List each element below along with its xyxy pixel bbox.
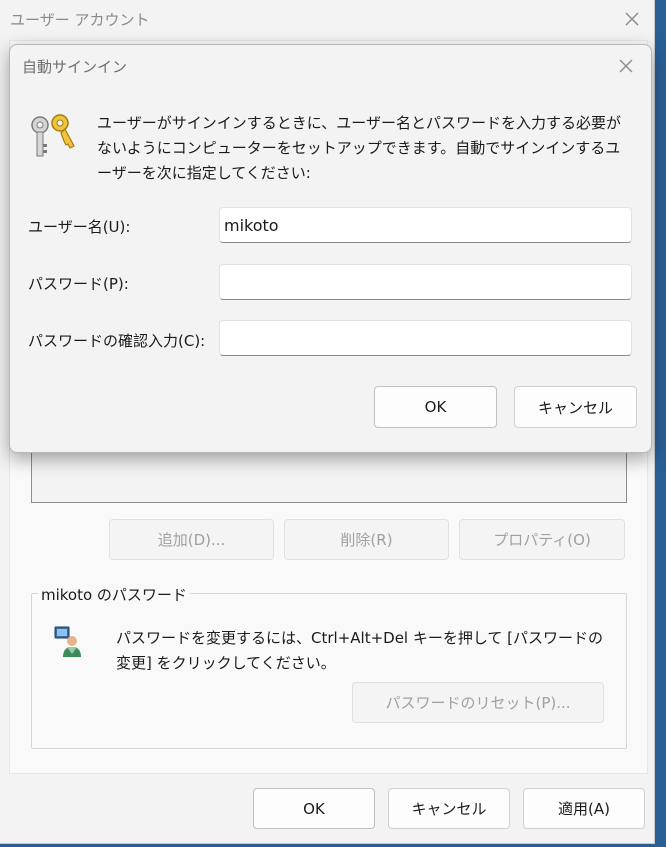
properties-button[interactable]: プロパティ(O) bbox=[459, 519, 625, 560]
confirm-password-label: パスワードの確認入力(C): bbox=[28, 332, 206, 350]
username-input[interactable] bbox=[219, 207, 632, 243]
dialog-description: ユーザーがサインインするときに、ユーザー名とパスワードを入力する必要がないように… bbox=[97, 114, 621, 182]
close-icon[interactable] bbox=[622, 9, 642, 29]
dialog-title: 自動サインイン bbox=[22, 58, 128, 76]
dialog-ok-button[interactable]: OK bbox=[374, 386, 497, 428]
cancel-button[interactable]: キャンセル bbox=[388, 788, 510, 829]
ok-button[interactable]: OK bbox=[253, 788, 375, 829]
password-change-instructions: パスワードを変更するには、Ctrl+Alt+Del キーを押して [パスワードの… bbox=[116, 629, 604, 672]
dialog-cancel-button[interactable]: キャンセル bbox=[514, 386, 637, 428]
username-label: ユーザー名(U): bbox=[28, 218, 131, 236]
add-user-button[interactable]: 追加(D)... bbox=[109, 519, 274, 560]
window-title: ユーザー アカウント bbox=[10, 11, 150, 29]
confirm-password-input[interactable] bbox=[219, 320, 632, 356]
user-monitor-icon bbox=[54, 626, 81, 657]
remove-user-button[interactable]: 削除(R) bbox=[284, 519, 449, 560]
reset-password-button[interactable]: パスワードのリセット(P)... bbox=[352, 682, 604, 723]
password-label: パスワード(P): bbox=[28, 275, 129, 293]
password-input[interactable] bbox=[219, 264, 632, 300]
dialog-close-icon[interactable] bbox=[616, 56, 636, 76]
apply-button[interactable]: 適用(A) bbox=[523, 788, 645, 829]
keys-icon bbox=[31, 114, 75, 157]
password-group-title: mikoto のパスワード bbox=[38, 584, 190, 605]
